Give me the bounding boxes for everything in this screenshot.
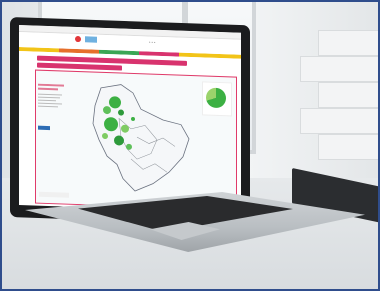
wall-brick: [318, 30, 380, 56]
wall-brick: [300, 56, 380, 82]
side-panel-button[interactable]: [38, 125, 50, 131]
wall-brick: [318, 82, 380, 108]
wall-brick: [300, 108, 380, 134]
region-map[interactable]: [71, 77, 211, 202]
side-panel: [38, 83, 70, 131]
laptop-screen: • • •: [19, 25, 241, 213]
side-panel-lines: [38, 83, 64, 108]
site-logo-icon: [75, 35, 81, 43]
photo-scene: • • •: [0, 0, 380, 291]
pie-chart-icon: [206, 87, 226, 109]
footer-logo: [39, 191, 69, 198]
menu-icon[interactable]: • • •: [149, 40, 155, 45]
wall-brick: [318, 134, 380, 160]
site-logo-secondary-icon: [85, 36, 97, 43]
